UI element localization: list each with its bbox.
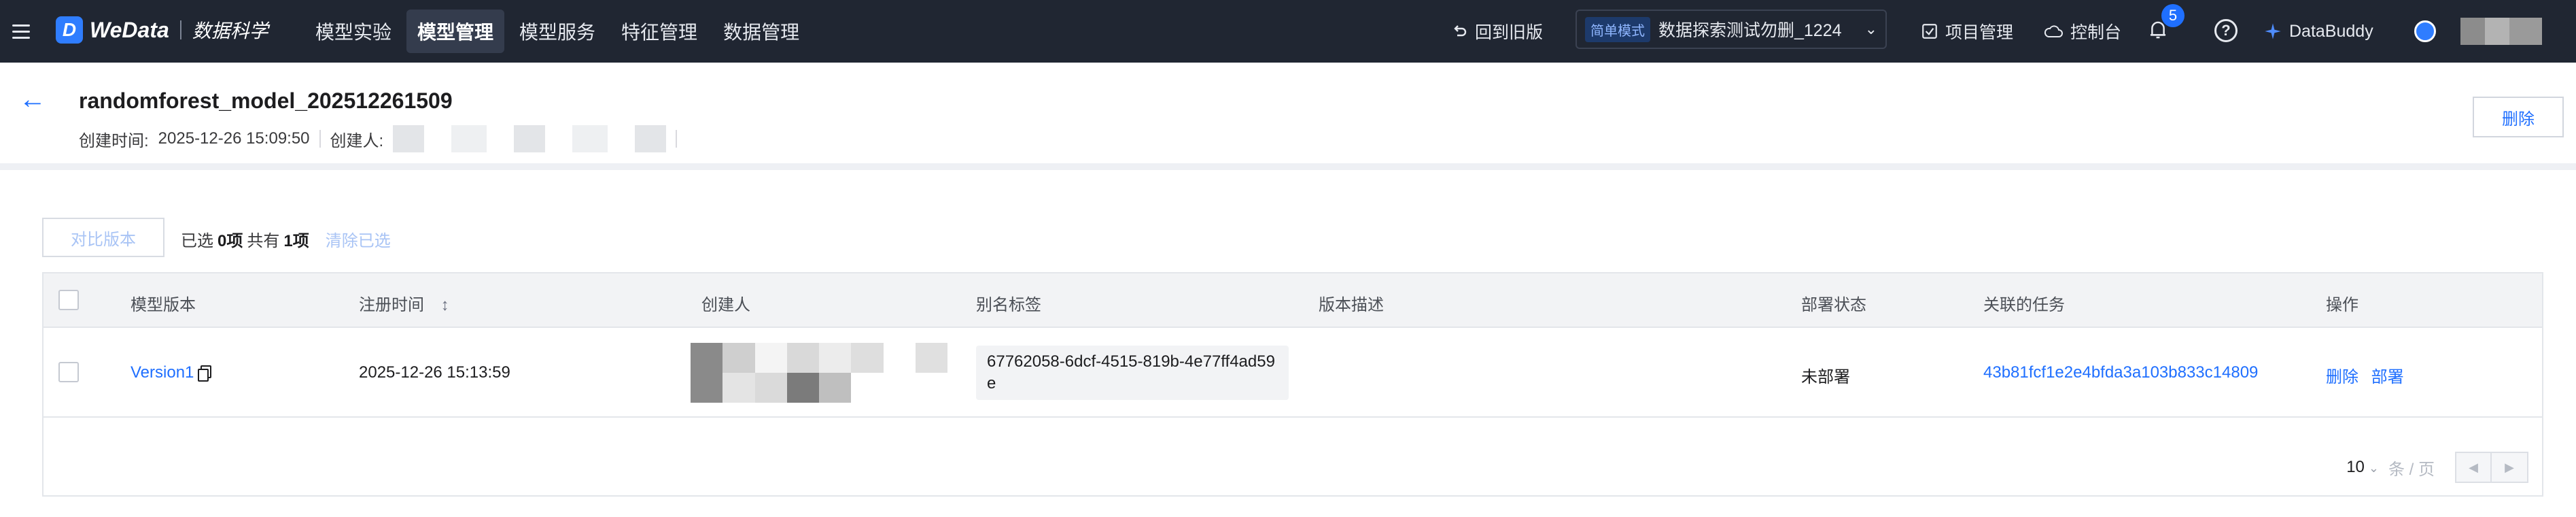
logo-divider	[179, 20, 181, 39]
column-header-actions: 操作	[2326, 296, 2359, 314]
row-checkbox[interactable]	[58, 362, 79, 382]
wedata-logo-icon: D	[56, 16, 83, 44]
logo-text: WeData	[90, 17, 169, 42]
clear-selection-link[interactable]: 清除已选	[326, 227, 391, 251]
main-nav: 模型实验 模型管理 模型服务 特征管理 数据管理	[304, 8, 810, 54]
column-header-alias: 别名标签	[976, 296, 1041, 314]
back-to-old-version-link[interactable]: 回到旧版	[1452, 0, 1543, 63]
registered-time-header-label: 注册时间	[359, 296, 424, 314]
select-all-checkbox[interactable]	[58, 290, 79, 310]
deploy-version-button[interactable]: 部署	[2371, 368, 2404, 386]
sort-icon[interactable]: ↕	[441, 296, 449, 314]
page-size-unit: 条 / 页	[2388, 460, 2435, 479]
column-header-linked-task: 关联的任务	[1983, 296, 2065, 314]
model-detail-header: ← randomforest_model_202512261509 创建时间: …	[0, 63, 2576, 170]
databuddy-button[interactable]: DataBuddy	[2263, 0, 2373, 63]
chevron-down-icon: ⌄	[1864, 20, 1877, 37]
back-arrow-icon[interactable]: ←	[19, 86, 46, 113]
meta-divider	[319, 130, 321, 148]
registered-time-cell: 2025-12-26 15:13:59	[359, 363, 510, 382]
page-size-value: 10	[2346, 458, 2365, 476]
total-prefix: 共有	[247, 232, 280, 250]
cloud-icon	[2044, 25, 2063, 37]
chevron-down-icon: ⌄	[2368, 461, 2379, 475]
project-name: 数据探索测试勿删_1224	[1658, 21, 1842, 40]
deploy-status-cell: 未部署	[1801, 368, 1850, 386]
total-count: 1项	[283, 232, 309, 250]
mode-badge: 简单模式	[1585, 16, 1650, 42]
project-management-link[interactable]: 项目管理	[1921, 0, 2013, 63]
column-header-deploy-status: 部署状态	[1801, 296, 1866, 314]
user-name-redacted[interactable]	[2460, 18, 2542, 45]
notification-count-badge: 5	[2161, 4, 2185, 27]
page-size-select[interactable]: 10 ⌄	[2346, 458, 2379, 477]
model-meta: 创建时间: 2025-12-26 15:09:50 创建人:	[79, 125, 678, 152]
notification-button[interactable]: 5	[2148, 4, 2185, 44]
column-header-version: 模型版本	[130, 296, 196, 314]
delete-version-button[interactable]: 删除	[2326, 368, 2359, 386]
page-title: randomforest_model_202512261509	[79, 88, 453, 113]
nav-model-management[interactable]: 模型管理	[406, 10, 505, 53]
project-selector[interactable]: 简单模式 数据探索测试勿删_1224 ⌄	[1576, 10, 1887, 49]
column-header-description: 版本描述	[1319, 296, 1384, 314]
pagination: 10 ⌄ 条 / 页 ◀ ▶	[2346, 452, 2528, 483]
selection-info: 已选 0项 共有 1项 清除已选	[181, 227, 391, 251]
actions-cell: 删除 部署	[2326, 363, 2404, 387]
table-header: 模型版本 注册时间 ↕ 创建人 别名标签 版本描述 部署状态 关联的任务 操作	[43, 273, 2542, 328]
project-management-label: 项目管理	[1945, 23, 2014, 42]
compare-versions-button[interactable]: 对比版本	[42, 218, 164, 257]
creator-avatar-redacted	[691, 343, 947, 403]
nav-feature-management[interactable]: 特征管理	[610, 10, 708, 53]
table-row: Version1 2025-12-26 15:13:59 67762058-6d…	[43, 328, 2542, 418]
checklist-icon	[1922, 24, 1937, 39]
created-time-value: 2025-12-26 15:09:50	[158, 129, 310, 148]
sparkle-icon	[2265, 23, 2281, 39]
databuddy-label: DataBuddy	[2289, 21, 2373, 41]
nav-model-experiment[interactable]: 模型实验	[304, 10, 402, 53]
prev-page-button[interactable]: ◀	[2455, 452, 2492, 483]
nav-model-service[interactable]: 模型服务	[508, 10, 606, 53]
page-buttons: ◀ ▶	[2455, 452, 2528, 483]
selected-prefix: 已选	[181, 232, 213, 250]
linked-task-link[interactable]: 43b81fcf1e2e4bfda3a103b833c14809	[1983, 363, 2258, 382]
created-time-label: 创建时间:	[79, 131, 149, 150]
top-navigation-bar: D WeData 数据科学 模型实验 模型管理 模型服务 特征管理 数据管理 回…	[0, 0, 2576, 63]
product-name: 数据科学	[192, 20, 268, 41]
column-header-creator: 创建人	[701, 296, 750, 314]
alias-tag: 67762058-6dcf-4515-819b-4e77ff4ad59e	[976, 346, 1289, 400]
creator-label: 创建人:	[330, 131, 384, 150]
nav-data-management[interactable]: 数据管理	[712, 10, 810, 53]
console-label: 控制台	[2070, 23, 2122, 42]
next-page-button[interactable]: ▶	[2492, 452, 2528, 483]
model-versions-table: 模型版本 注册时间 ↕ 创建人 别名标签 版本描述 部署状态 关联的任务 操作 …	[42, 272, 2543, 497]
console-link[interactable]: 控制台	[2043, 0, 2121, 63]
version-cell: Version1	[130, 363, 212, 382]
column-header-registered-time[interactable]: 注册时间 ↕	[359, 291, 449, 315]
user-avatar[interactable]	[2414, 20, 2436, 42]
delete-model-button[interactable]: 删除	[2473, 97, 2564, 137]
selected-count: 0项	[217, 232, 243, 250]
creator-value-redacted	[393, 125, 667, 152]
hamburger-menu-icon[interactable]	[12, 18, 33, 45]
version-link[interactable]: Version1	[130, 363, 194, 382]
copy-icon[interactable]	[198, 365, 212, 382]
logo[interactable]: D WeData 数据科学	[56, 16, 268, 44]
back-old-label: 回到旧版	[1475, 23, 1544, 42]
meta-divider	[676, 130, 678, 148]
help-icon[interactable]: ?	[2214, 19, 2238, 42]
undo-icon	[1454, 25, 1467, 37]
